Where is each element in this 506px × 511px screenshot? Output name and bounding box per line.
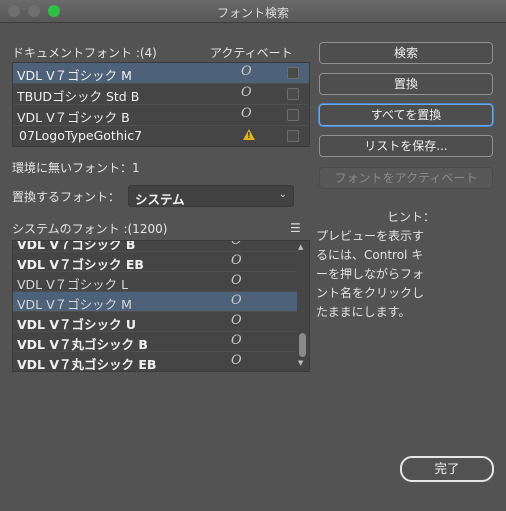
missing-fonts-count: 環境に無いフォント：1 xyxy=(12,161,140,175)
system-fonts-scrollbar[interactable]: ▲ ▼ xyxy=(298,243,307,367)
opentype-icon: O xyxy=(241,64,252,79)
opentype-icon: O xyxy=(231,313,242,328)
activate-column-header: アクティベート xyxy=(210,46,293,60)
hint-line: るには、Control キ xyxy=(316,248,424,262)
document-font-row[interactable]: 07LogoTypeGothic7 ! xyxy=(13,126,309,146)
hint-line: ント名をクリックし xyxy=(316,286,425,300)
system-fonts-list: VDL V７ゴシック B O VDL V７ゴシック EB O VDL V７ゴシッ… xyxy=(12,240,310,372)
opentype-icon: O xyxy=(231,333,242,348)
warning-icon: ! xyxy=(243,129,255,140)
font-name: 07LogoTypeGothic7 xyxy=(19,128,143,143)
hint-line: ーを押しながらフォ xyxy=(316,267,425,281)
system-font-row[interactable]: VDL V７ゴシック EB O xyxy=(13,252,297,272)
font-name: VDL V７ゴシック M xyxy=(17,297,132,312)
hint-line: たままにします。 xyxy=(316,305,411,319)
opentype-icon: O xyxy=(241,85,252,100)
document-font-row[interactable]: VDL V７ゴシック B O xyxy=(13,105,309,126)
hint-title: ヒント： xyxy=(386,210,435,224)
activate-checkbox[interactable] xyxy=(287,130,299,142)
font-name: VDL V７丸ゴシック EB xyxy=(17,357,157,372)
font-name: VDL V７ゴシック U xyxy=(17,317,137,332)
font-name: VDL V７丸ゴシック B xyxy=(17,337,148,352)
activate-checkbox[interactable] xyxy=(287,88,299,100)
replace-source-select[interactable]: システム ⌄ xyxy=(128,185,294,207)
system-font-row[interactable]: VDL V７ゴシック U O xyxy=(13,312,297,332)
replace-all-button[interactable]: すべてを置換 xyxy=(319,104,493,126)
font-name: VDL V７ゴシック EB xyxy=(17,257,144,272)
hint-text: ヒント： プレビューを表示す るには、Control キ ーを押しながらフォ ン… xyxy=(316,208,496,322)
opentype-icon: O xyxy=(231,273,242,288)
activate-fonts-button[interactable]: フォントをアクティベート xyxy=(319,167,493,189)
opentype-icon: O xyxy=(231,293,242,308)
list-view-icon[interactable]: ☰ xyxy=(290,221,301,235)
activate-checkbox[interactable] xyxy=(287,67,299,79)
font-name: VDL V７ゴシック M xyxy=(17,68,132,83)
document-font-row[interactable]: VDL V７ゴシック M O xyxy=(13,63,309,84)
replace-source-value: システム xyxy=(135,192,185,207)
scroll-down-icon[interactable]: ▼ xyxy=(298,359,303,367)
chevron-down-icon: ⌄ xyxy=(278,189,287,200)
activate-checkbox[interactable] xyxy=(287,109,299,121)
system-font-row[interactable]: VDL V７ゴシック B O xyxy=(13,240,297,252)
save-list-button[interactable]: リストを保存... xyxy=(319,135,493,157)
opentype-icon: O xyxy=(231,353,242,368)
document-font-row[interactable]: TBUDゴシック Std B O xyxy=(13,84,309,105)
replace-with-label: 置換するフォント： xyxy=(12,190,121,204)
system-font-row[interactable]: VDL V７丸ゴシック EB O xyxy=(13,352,297,371)
hint-line: プレビューを表示す xyxy=(316,229,425,243)
window-title: フォント検索 xyxy=(216,6,289,20)
opentype-icon: O xyxy=(241,106,252,121)
opentype-icon: O xyxy=(231,253,242,268)
opentype-icon: O xyxy=(231,240,242,248)
system-font-row[interactable]: VDL V７ゴシック M O xyxy=(13,292,297,312)
system-fonts-header: システムのフォント :(1200) xyxy=(12,222,168,236)
replace-button[interactable]: 置換 xyxy=(319,73,493,95)
font-name: VDL V７ゴシック L xyxy=(17,277,129,292)
document-fonts-header: ドキュメントフォント :(4) xyxy=(12,46,157,60)
scroll-up-icon[interactable]: ▲ xyxy=(298,243,303,251)
done-button[interactable]: 完了 xyxy=(400,456,494,482)
system-font-row[interactable]: VDL V７丸ゴシック B O xyxy=(13,332,297,352)
document-fonts-list: VDL V７ゴシック M O TBUDゴシック Std B O VDL V７ゴシ… xyxy=(12,62,310,147)
font-name: TBUDゴシック Std B xyxy=(17,89,140,104)
system-font-row[interactable]: VDL V７ゴシック L O xyxy=(13,272,297,292)
title-bar: フォント検索 xyxy=(0,0,506,23)
search-button[interactable]: 検索 xyxy=(319,42,493,64)
scrollbar-thumb[interactable] xyxy=(299,333,306,357)
font-name: VDL V７ゴシック B xyxy=(17,110,130,125)
